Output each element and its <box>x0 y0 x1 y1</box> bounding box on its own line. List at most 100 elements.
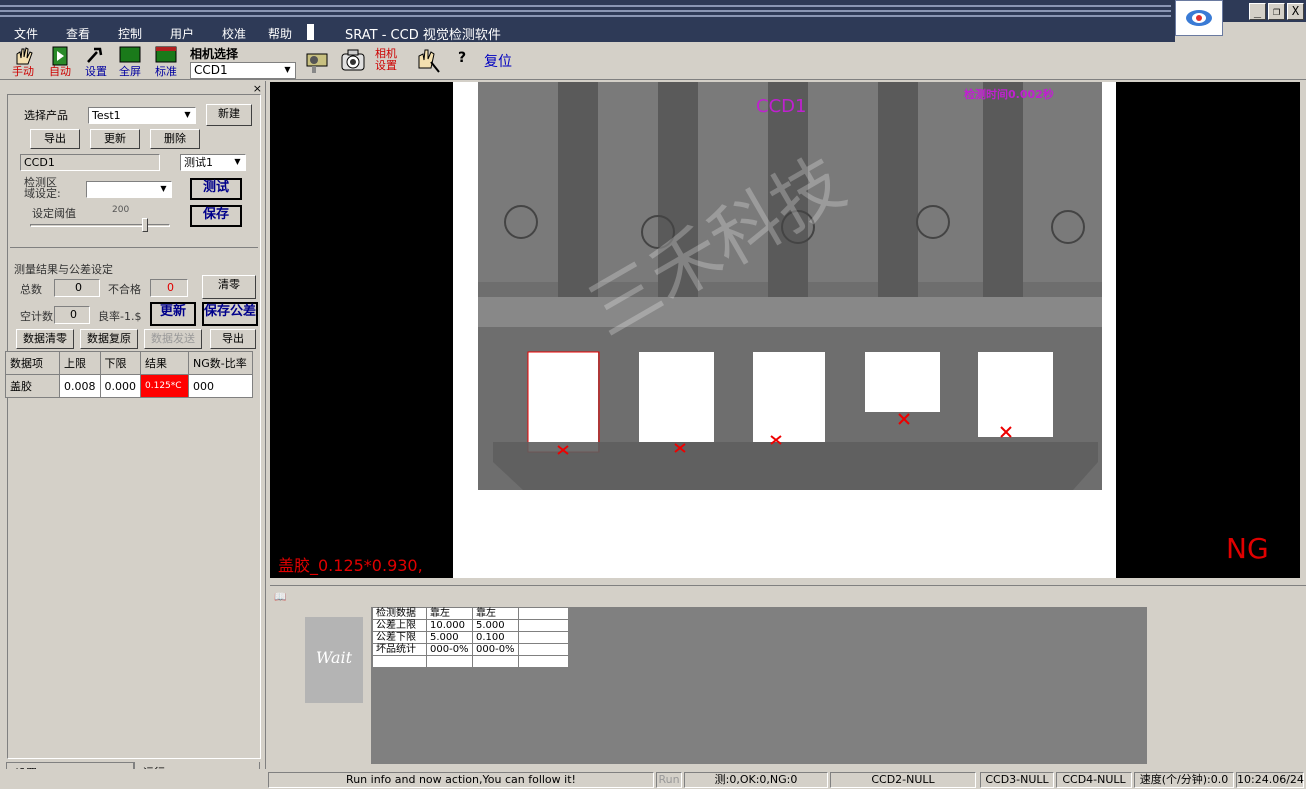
status-info: Run info and now action,You can follow i… <box>268 772 654 788</box>
pointer-button[interactable] <box>410 46 440 76</box>
minimize-button[interactable]: _ <box>1249 3 1266 20</box>
section-divider <box>10 247 258 248</box>
table-header: 数据项 <box>5 351 60 375</box>
ccd-field: CCD1 <box>20 154 160 171</box>
auto-button[interactable]: 自动 <box>46 46 74 77</box>
camera-image: 三禾科技 <box>453 82 1116 578</box>
table-row <box>372 655 569 668</box>
region-dropdown[interactable]: ▼ <box>86 181 172 198</box>
manual-button[interactable]: 手动 <box>8 46 38 77</box>
window-title: SRAT - CCD 视觉检测软件 <box>345 28 501 43</box>
table-cell <box>372 655 427 668</box>
chevron-down-icon: ▼ <box>181 109 194 122</box>
data-restore-button[interactable]: 数据复原 <box>80 329 138 349</box>
ng-status: NG <box>1226 532 1269 565</box>
tool-icon <box>84 46 108 66</box>
menu-help[interactable]: 帮助 <box>268 25 292 42</box>
data-clear-button[interactable]: 数据清零 <box>16 329 74 349</box>
table-cell: 坏品统计 <box>372 643 427 656</box>
menu-control[interactable]: 控制 <box>118 25 142 42</box>
table-cell-ng: 0.125*C <box>140 374 189 398</box>
window-controls: _ ❐ X <box>1249 3 1304 20</box>
new-product-button[interactable]: 新建 <box>206 104 252 126</box>
ccd-label: CCD1 <box>756 96 807 117</box>
result-text: 盖胶_0.125*0.930, <box>278 556 423 575</box>
export-results-button[interactable]: 导出 <box>210 329 256 349</box>
table-cell <box>518 643 569 656</box>
table-cell <box>472 655 519 668</box>
restore-button[interactable]: ❐ <box>1268 3 1285 20</box>
toolbar: 手动 自动 设置 全屏 标准 相机选择 CCD1 ▼ 相机 设置 ? 复位 <box>0 42 1306 80</box>
export-button[interactable]: 导出 <box>30 129 80 149</box>
play-icon <box>48 46 72 66</box>
table-header-row: 数据项 上限 下限 结果 NG数-比率 <box>5 351 253 375</box>
table-row: 公差下限 5.000 0.100 <box>372 631 569 644</box>
test-button[interactable]: 测试 <box>190 178 242 200</box>
table-row: 公差上限 10.000 5.000 <box>372 619 569 632</box>
threshold-slider-thumb[interactable] <box>141 218 148 232</box>
settings-panel: 选择产品 Test1 ▼ 新建 导出 更新 删除 CCD1 测试1 ▼ 检测区 … <box>7 94 261 759</box>
window-titlebar <box>0 0 1306 22</box>
select-product-label: 选择产品 <box>24 109 68 122</box>
chevron-down-icon: ▼ <box>157 183 170 196</box>
photo-camera-icon <box>339 46 365 76</box>
empty-count-label: 空计数 <box>20 310 53 323</box>
threshold-slider-track[interactable] <box>30 224 170 227</box>
camera-select-title: 相机选择 <box>190 47 239 61</box>
chevron-down-icon: ▼ <box>231 156 244 169</box>
timing-label: 检测时间0.002秒 <box>964 88 1054 101</box>
table-cell: 5.000 <box>472 619 519 632</box>
menu-user[interactable]: 用户 <box>170 25 194 42</box>
table-cell <box>518 619 569 632</box>
table-cell: 10.000 <box>426 619 473 632</box>
data-send-button[interactable]: 数据发送 <box>144 329 202 349</box>
status-ccd3: CCD3-NULL <box>980 772 1054 788</box>
camera-select: 相机选择 CCD1 ▼ <box>190 45 296 79</box>
camera-settings-button[interactable]: 相机 设置 <box>372 48 400 72</box>
ng-value: 0 <box>150 279 188 297</box>
camera-viewer[interactable]: 三禾科技 CCD1 检测时间0.002秒 盖胶_0.125*0.930, NG <box>270 82 1300 578</box>
menu-file[interactable]: 文件 <box>14 25 38 42</box>
update-results-button[interactable]: 更新 <box>150 302 196 326</box>
save-button[interactable]: 保存 <box>190 205 242 227</box>
menu-separator <box>307 24 314 40</box>
update-button[interactable]: 更新 <box>90 129 140 149</box>
product-dropdown[interactable]: Test1 ▼ <box>88 107 196 124</box>
status-bar: Run info and now action,You can follow i… <box>0 769 1306 789</box>
delete-button[interactable]: 删除 <box>150 129 200 149</box>
fullscreen-button[interactable]: 全屏 <box>116 46 144 77</box>
table-cell: 000-0% <box>472 643 519 656</box>
menu-calibrate[interactable]: 校准 <box>222 25 246 42</box>
table-header: 上限 <box>59 351 101 375</box>
table-cell <box>518 655 569 668</box>
ng-label: 不合格 <box>108 283 141 296</box>
test-dropdown[interactable]: 测试1 ▼ <box>180 154 246 171</box>
wait-indicator: Wait <box>305 617 363 703</box>
save-tolerance-button[interactable]: 保存公差 <box>202 302 258 326</box>
results-table: 数据项 上限 下限 结果 NG数-比率 盖胶 0.008 0.000 0.125… <box>5 351 253 398</box>
camera-dropdown[interactable]: CCD1 ▼ <box>190 62 296 79</box>
help-icon[interactable]: ? <box>452 50 472 66</box>
camera-capture-button[interactable] <box>302 46 330 76</box>
clear-button[interactable]: 清零 <box>202 275 256 299</box>
table-cell: 000 <box>188 374 253 398</box>
table-cell: 0.008 <box>59 374 101 398</box>
camera-photo-button[interactable] <box>336 46 366 76</box>
status-time: 10:24.06/24 <box>1236 772 1304 788</box>
status-mode: Run <box>656 772 682 788</box>
hand-pointer-icon <box>413 46 440 76</box>
book-icon: 📖 <box>274 592 287 603</box>
settings-button[interactable]: 设置 <box>82 46 110 77</box>
empty-count-value: 0 <box>54 306 90 324</box>
table-cell: 检测数据 <box>372 607 427 620</box>
yield-label: 良率-1.$ <box>98 310 142 323</box>
table-row[interactable]: 盖胶 0.008 0.000 0.125*C 000 <box>5 374 253 398</box>
menu-view[interactable]: 查看 <box>66 25 90 42</box>
left-panel: × 选择产品 Test1 ▼ 新建 导出 更新 删除 CCD1 测试1 ▼ 检测… <box>0 81 266 785</box>
table-cell: 5.000 <box>426 631 473 644</box>
standard-button[interactable]: 标准 <box>152 46 180 77</box>
reset-button[interactable]: 复位 <box>482 51 514 71</box>
close-button[interactable]: X <box>1287 3 1304 20</box>
region-label: 检测区 域设定: <box>24 176 61 200</box>
total-label: 总数 <box>20 283 42 296</box>
